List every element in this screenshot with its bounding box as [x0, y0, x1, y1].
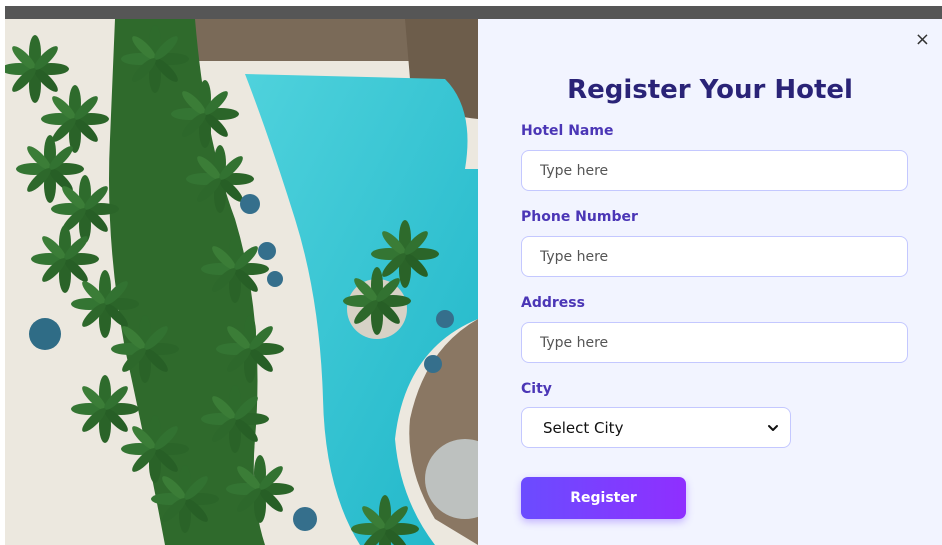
register-button[interactable]: Register: [521, 477, 686, 519]
resort-pool-aerial-image: [5, 19, 478, 545]
modal-title: Register Your Hotel: [567, 75, 853, 105]
register-hotel-modal: × Register Your Hotel Hotel Name Phone N…: [5, 19, 942, 545]
address-label: Address: [521, 295, 585, 311]
hotel-name-label: Hotel Name: [521, 123, 614, 139]
address-input[interactable]: [521, 322, 908, 363]
chevron-down-icon: [768, 424, 778, 431]
registration-form-panel: × Register Your Hotel Hotel Name Phone N…: [478, 19, 942, 545]
phone-number-label: Phone Number: [521, 209, 638, 225]
city-label: City: [521, 381, 552, 397]
city-select-value: Select City: [543, 418, 624, 437]
close-icon[interactable]: ×: [915, 31, 930, 49]
phone-number-input[interactable]: [521, 236, 908, 277]
window-top-bar: [5, 6, 942, 19]
city-select[interactable]: Select City: [521, 407, 791, 448]
hotel-name-input[interactable]: [521, 150, 908, 191]
